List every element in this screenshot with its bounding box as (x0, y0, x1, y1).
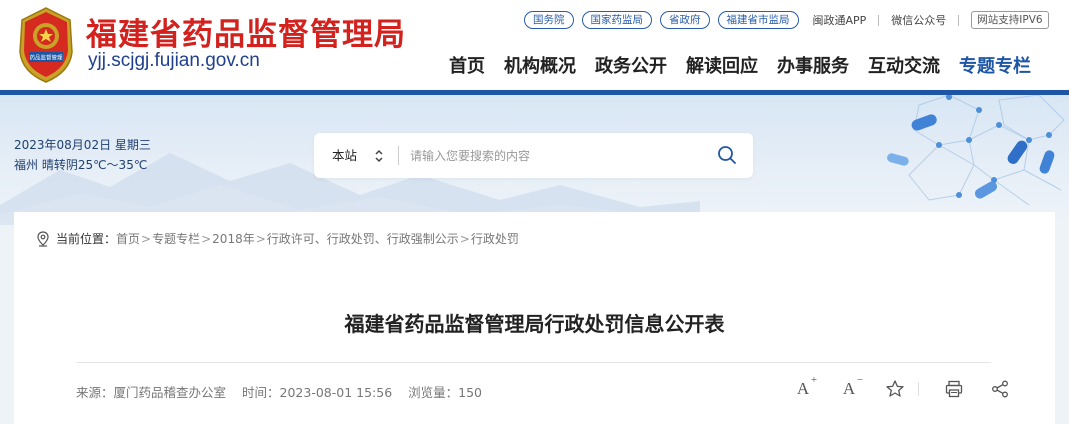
breadcrumb-special-topics[interactable]: 专题专栏 (152, 230, 200, 247)
breadcrumb-separator: > (459, 231, 470, 246)
share-icon[interactable] (989, 378, 1011, 400)
breadcrumb-public-notice[interactable]: 行政许可、行政处罚、行政强制公示 (267, 230, 459, 247)
site-header: 药品监督管理 福建省药品监督管理局 yjj.scjgj.fujian.gov.c… (0, 0, 1069, 90)
breadcrumb-penalty[interactable]: 行政处罚 (471, 230, 519, 247)
current-date: 2023年08月02日 星期三 (14, 138, 151, 152)
divider (878, 14, 880, 26)
top-links: 国务院 国家药监局 省政府 福建省市监局 闽政通APP 微信公众号 网站支持IP… (524, 10, 1049, 30)
nav-organization[interactable]: 机构概况 (504, 52, 576, 78)
breadcrumb-separator: > (141, 231, 152, 246)
breadcrumb-year[interactable]: 2018年 (212, 230, 255, 247)
main-nav: 首页 机构概况 政务公开 解读回应 办事服务 互动交流 专题专栏 (449, 52, 1031, 78)
capsule-molecule-illustration (887, 95, 1065, 206)
nav-interaction[interactable]: 互动交流 (868, 52, 940, 78)
font-increase-icon[interactable]: A + (792, 374, 817, 400)
national-emblem-icon[interactable]: 药品监督管理 (14, 6, 78, 84)
star-icon[interactable] (884, 378, 906, 400)
tools-divider (918, 382, 919, 396)
title-divider (76, 362, 991, 363)
sort-arrows-icon[interactable] (374, 148, 384, 164)
search-input[interactable] (410, 141, 700, 170)
article-source: 来源：厦门药品稽查办公室 (76, 385, 227, 400)
location-pin-icon (37, 230, 49, 247)
font-decrease-icon[interactable]: A − (838, 374, 863, 400)
article-meta: 来源：厦门药品稽查办公室 时间：2023-08-01 15:56 浏览量：150 (76, 382, 498, 401)
breadcrumb: 当前位置： 首页 > 专题专栏 > 2018年 > 行政许可、行政处罚、行政强制… (36, 230, 519, 247)
ipv6-badge: 网站支持IPV6 (971, 11, 1049, 29)
breadcrumb-separator: > (201, 231, 212, 246)
nav-services[interactable]: 办事服务 (777, 52, 849, 78)
site-title[interactable]: 福建省药品监督管理局 (86, 9, 406, 54)
top-link-market-bureau[interactable]: 福建省市监局 (717, 11, 799, 29)
article-tools: A + A − (792, 374, 1011, 400)
article-card: 当前位置： 首页 > 专题专栏 > 2018年 > 行政许可、行政处罚、行政强制… (14, 212, 1055, 424)
wechat-link[interactable]: 微信公众号 (891, 12, 946, 28)
nav-home[interactable]: 首页 (449, 52, 485, 78)
nav-gov-affairs[interactable]: 政务公开 (595, 52, 667, 78)
nav-special-topics[interactable]: 专题专栏 (959, 52, 1031, 78)
search-divider (398, 146, 399, 165)
search-scope-select[interactable]: 本站 (332, 133, 357, 178)
top-link-nmpa[interactable]: 国家药监局 (581, 11, 652, 29)
article-title: 福建省药品监督管理局行政处罚信息公开表 (344, 312, 725, 336)
article-views: 浏览量：150 (408, 385, 483, 400)
breadcrumb-label: 当前位置： (56, 232, 117, 246)
app-link[interactable]: 闽政通APP (813, 12, 867, 28)
article-time: 时间：2023-08-01 15:56 (242, 385, 393, 400)
search-bar: 本站 (314, 133, 753, 178)
banner: 2023年08月02日 星期三 福州 晴转阴25℃～35℃ 本站 (0, 95, 1069, 225)
emblem-text: 药品监督管理 (29, 54, 63, 62)
site-domain: yjj.scjgj.fujian.gov.cn (88, 50, 260, 71)
weather-info: 福州 晴转阴25℃～35℃ (14, 158, 148, 172)
divider (958, 14, 960, 26)
breadcrumb-separator: > (255, 231, 266, 246)
top-link-state-council[interactable]: 国务院 (524, 11, 574, 29)
top-link-provincial-gov[interactable]: 省政府 (660, 11, 710, 29)
nav-interpretation[interactable]: 解读回应 (686, 52, 758, 78)
search-icon[interactable] (716, 144, 738, 166)
breadcrumb-home[interactable]: 首页 (116, 230, 140, 247)
print-icon[interactable] (943, 378, 965, 400)
